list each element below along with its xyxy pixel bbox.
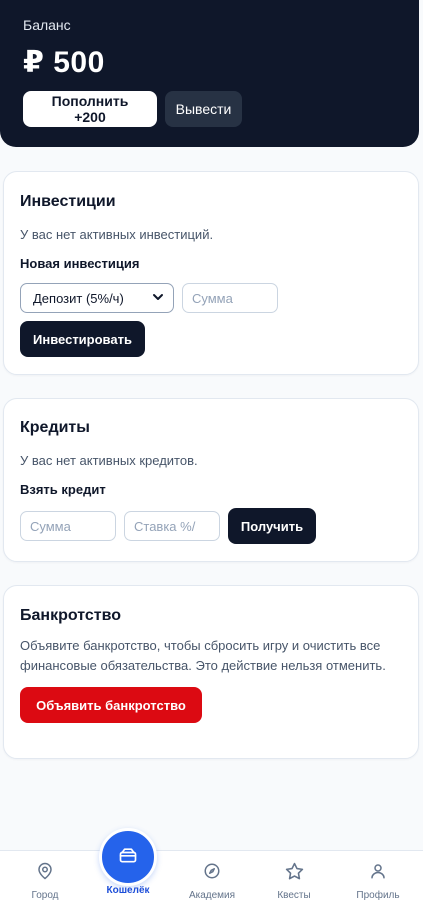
credit-form: Сумма Ставка %/ Получить <box>20 508 402 544</box>
nav-item-profile[interactable]: Профиль <box>336 851 420 913</box>
credit-amount-input[interactable]: Сумма <box>20 511 116 541</box>
credit-rate-placeholder: Ставка %/ <box>134 518 196 534</box>
declare-bankruptcy-button[interactable]: Объявить банкротство <box>20 687 202 723</box>
wallet-icon <box>118 845 138 870</box>
balance-actions: Пополнить +200 Вывести <box>23 91 242 127</box>
credits-title: Кредиты <box>20 419 90 436</box>
investment-form: Депозит (5%/ч) Сумма <box>20 283 402 313</box>
academy-icon <box>202 861 222 881</box>
invest-button[interactable]: Инвестировать <box>20 321 145 357</box>
nav-label-profile: Профиль <box>356 890 400 901</box>
nav-label-quests: Квесты <box>277 890 311 901</box>
bottom-nav: Город Академия Квесты Профиль <box>0 850 423 913</box>
nav-item-academy[interactable]: Академия <box>170 851 254 913</box>
nav-label-city: Город <box>31 890 59 901</box>
credits-empty-text: У вас нет активных кредитов. <box>20 453 198 468</box>
investments-empty-text: У вас нет активных инвестиций. <box>20 227 214 242</box>
credit-amount-placeholder: Сумма <box>30 518 71 534</box>
investment-amount-input[interactable]: Сумма <box>182 283 278 313</box>
nav-item-city[interactable]: Город <box>3 851 87 913</box>
star-icon <box>284 861 304 881</box>
balance-card: Баланс ₽ 500 Пополнить +200 Вывести <box>0 0 419 147</box>
new-investment-heading: Новая инвестиция <box>20 256 140 271</box>
user-icon <box>368 861 388 881</box>
nav-label-academy: Академия <box>188 890 236 901</box>
nav-item-quests[interactable]: Квесты <box>252 851 336 913</box>
credits-card: Кредиты У вас нет активных кредитов. Взя… <box>3 398 419 562</box>
nav-item-wallet[interactable] <box>99 828 157 886</box>
take-credit-heading: Взять кредит <box>20 482 106 497</box>
bankruptcy-title: Банкротство <box>20 607 121 624</box>
topup-button[interactable]: Пополнить +200 <box>23 91 157 127</box>
balance-amount: ₽ 500 <box>23 46 105 79</box>
bankruptcy-card: Банкротство Объявите банкротство, чтобы … <box>3 585 419 759</box>
credit-rate-input[interactable]: Ставка %/ <box>124 511 220 541</box>
bankruptcy-description: Объявите банкротство, чтобы сбросить игр… <box>20 638 386 673</box>
nav-label-wallet: Кошелёк <box>106 885 150 896</box>
get-credit-button[interactable]: Получить <box>228 508 316 544</box>
investment-type-select[interactable]: Депозит (5%/ч) <box>20 283 174 313</box>
investments-title: Инвестиции <box>20 193 116 210</box>
investments-card: Инвестиции У вас нет активных инвестиций… <box>3 171 419 375</box>
map-pin-icon <box>35 861 55 881</box>
chevron-down-icon <box>152 291 164 306</box>
investment-type-value: Депозит (5%/ч) <box>33 290 124 306</box>
withdraw-button[interactable]: Вывести <box>165 91 242 127</box>
balance-label: Баланс <box>23 17 71 33</box>
wallet-page: Баланс ₽ 500 Пополнить +200 Вывести Инве… <box>0 0 423 913</box>
investment-amount-placeholder: Сумма <box>192 290 233 306</box>
